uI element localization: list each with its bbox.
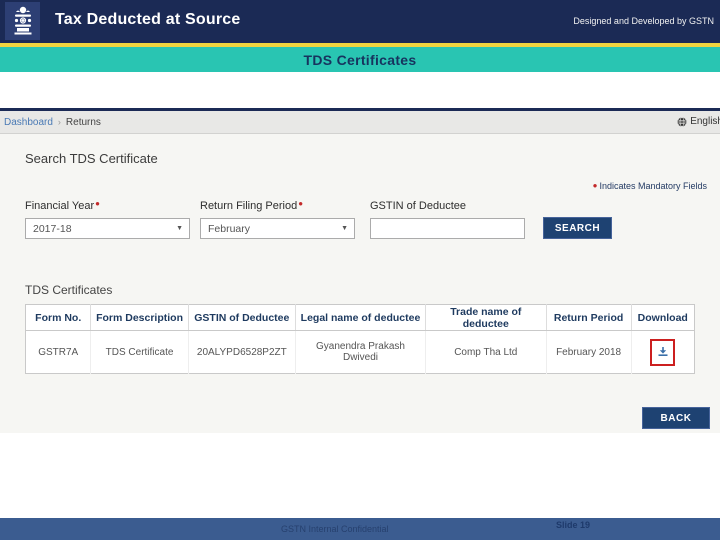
language-selector[interactable]: English (677, 116, 720, 127)
spacer (0, 72, 720, 108)
back-row: BACK (642, 407, 710, 429)
slide-footer: GSTN Internal Confidential Slide 19 (0, 518, 720, 540)
table-header-row: Form No. Form Description GSTIN of Deduc… (25, 304, 695, 331)
globe-icon (677, 116, 687, 127)
required-dot-icon: ● (298, 199, 304, 208)
column-header-form-description: Form Description (90, 304, 189, 331)
app-header: Tax Deducted at Source Designed and Deve… (0, 0, 720, 43)
mandatory-fields-note: ● Indicates Mandatory Fields (592, 181, 707, 191)
slide-title: TDS Certificates (303, 51, 417, 68)
footer-confidential-text: GSTN Internal Confidential (281, 524, 389, 534)
download-certificate-button[interactable] (657, 346, 669, 358)
return-filing-period-select[interactable]: February ▼ (200, 218, 355, 239)
search-form: Financial Year● 2017-18 ▼ Return Filing … (25, 199, 695, 239)
breadcrumb-dashboard-link[interactable]: Dashboard (4, 117, 53, 128)
download-highlight-box (650, 338, 676, 366)
cell-download (631, 331, 694, 374)
search-button[interactable]: SEARCH (543, 217, 612, 239)
breadcrumb-returns: Returns (65, 116, 101, 128)
mandatory-dot-icon: ● (592, 181, 598, 190)
cell-trade-name: Comp Tha Ltd (425, 330, 547, 374)
breadcrumb: Dashboard › Returns English (0, 111, 720, 134)
gstn-credit-text: Designed and Developed by GSTN (573, 16, 714, 26)
cell-form-description: TDS Certificate (90, 330, 189, 374)
spacer (0, 433, 720, 518)
financial-year-label: Financial Year● (25, 199, 100, 212)
cell-gstin: 20ALYPD6528P2ZT (188, 330, 297, 374)
gstin-of-deductee-field: GSTIN of Deductee (370, 200, 525, 239)
table-row: GSTR7A TDS Certificate 20ALYPD6528P2ZT G… (25, 330, 695, 374)
gstin-of-deductee-label: GSTIN of Deductee (370, 200, 466, 212)
financial-year-select[interactable]: 2017-18 ▼ (25, 218, 190, 239)
column-header-legal-name: Legal name of deductee (295, 304, 426, 331)
cell-form-no: GSTR7A (25, 330, 92, 374)
certificates-section-heading: TDS Certificates (25, 283, 113, 297)
cell-return-period: February 2018 (546, 330, 632, 374)
cell-legal-name: Gyanendra Prakash Dwivedi (295, 330, 426, 374)
chevron-down-icon: ▼ (176, 225, 183, 232)
chevron-down-icon: ▼ (341, 225, 348, 232)
required-dot-icon: ● (95, 199, 100, 208)
column-header-trade-name: Trade name of deductee (425, 304, 547, 331)
slide-banner: TDS Certificates (0, 47, 720, 72)
financial-year-field: Financial Year● 2017-18 ▼ (25, 199, 190, 239)
column-header-gstin: GSTIN of Deductee (188, 304, 297, 331)
language-label: English (690, 116, 720, 127)
column-header-download: Download (631, 304, 695, 331)
column-header-return-period: Return Period (546, 304, 632, 331)
back-button[interactable]: BACK (642, 407, 710, 429)
india-emblem-icon (5, 2, 40, 40)
return-filing-period-field: Return Filing Period● February ▼ (200, 199, 355, 239)
return-filing-period-label: Return Filing Period● (200, 199, 304, 212)
footer-slide-number: Slide 19 (556, 520, 591, 530)
portal-content: Search TDS Certificate ● Indicates Mandat… (0, 134, 720, 433)
download-icon (658, 347, 668, 356)
page-title: Tax Deducted at Source (55, 11, 241, 28)
gst-portal-panel: Dashboard › Returns English Search TDS C… (0, 108, 720, 433)
column-header-form-no: Form No. (25, 304, 92, 331)
tds-certificates-table: Form No. Form Description GSTIN of Deduc… (25, 304, 695, 374)
breadcrumb-separator: › (57, 117, 61, 127)
gstin-of-deductee-input[interactable] (370, 218, 525, 239)
search-section-heading: Search TDS Certificate (25, 151, 158, 166)
